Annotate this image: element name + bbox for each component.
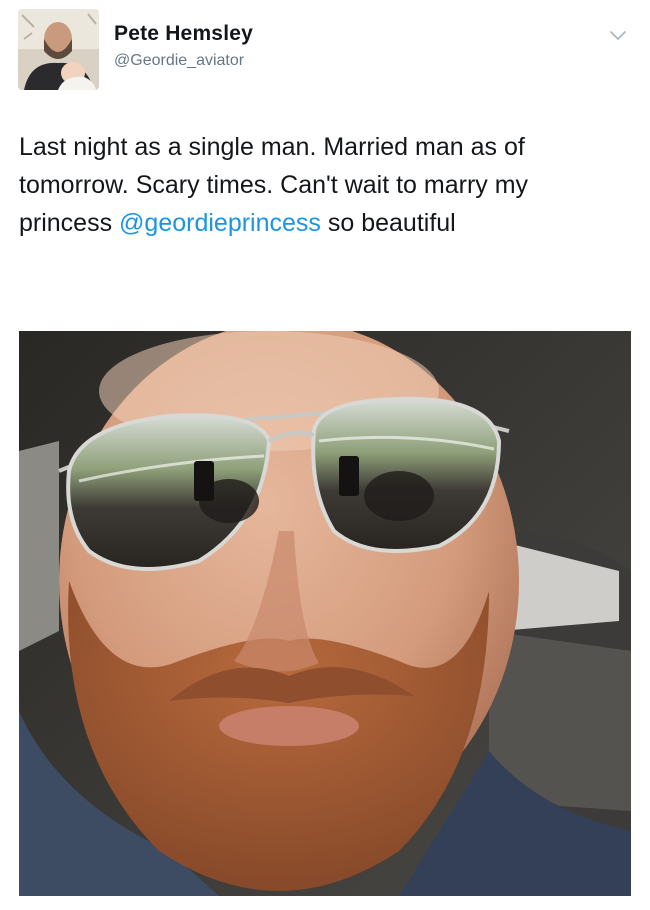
tweet-photo[interactable] (19, 331, 631, 896)
tweet-text-part: so beautiful (320, 209, 456, 237)
avatar[interactable] (18, 9, 99, 90)
author-name[interactable]: Pete Hemsley (114, 22, 253, 46)
author-handle[interactable]: @Geordie_aviator (114, 52, 244, 70)
tweet-card: Pete Hemsley @Geordie_aviator Last night… (0, 0, 650, 910)
mention-link[interactable]: @geordieprincess (119, 209, 321, 237)
chevron-down-icon[interactable] (609, 26, 627, 44)
selfie-image (19, 331, 631, 896)
tweet-text: Last night as a single man. Married man … (19, 128, 619, 242)
avatar-photo (18, 9, 99, 90)
